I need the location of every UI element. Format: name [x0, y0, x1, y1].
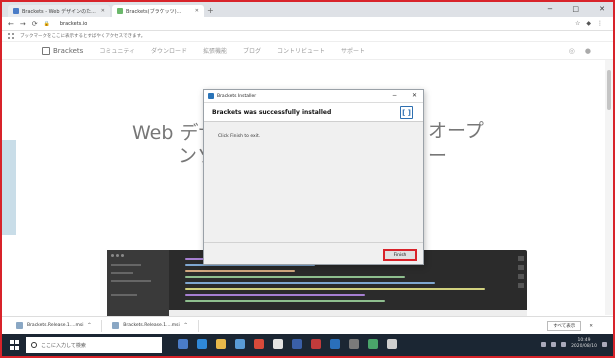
highlight-frame: [0, 0, 615, 358]
